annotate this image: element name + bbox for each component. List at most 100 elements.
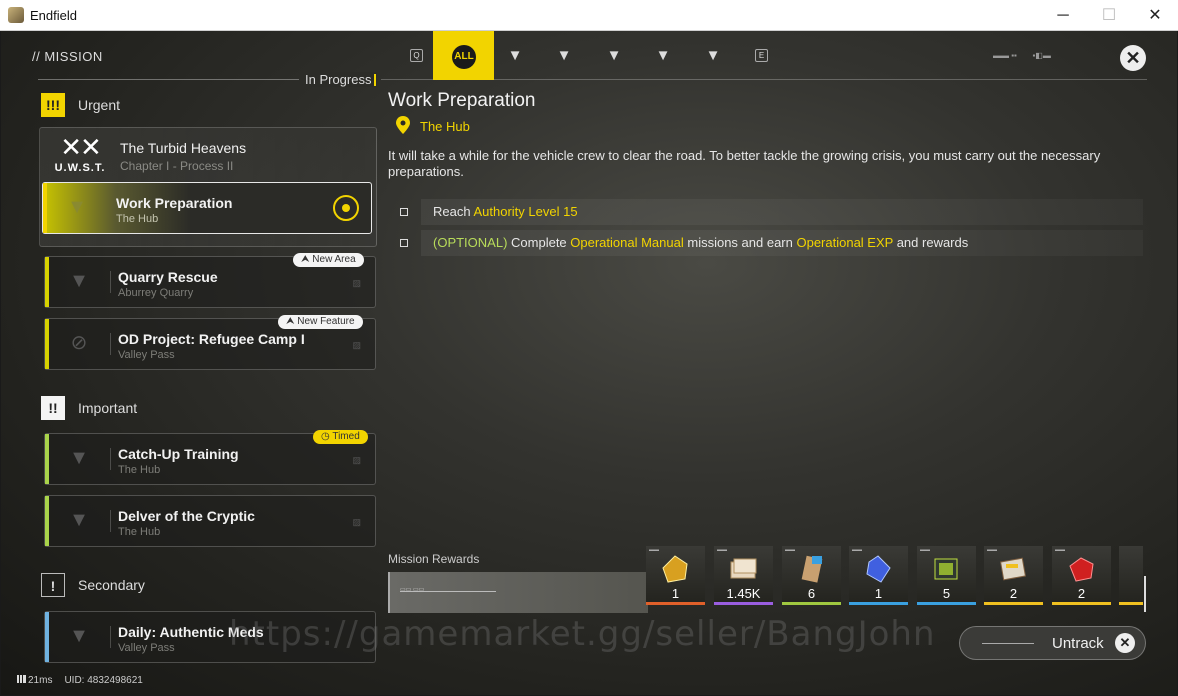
- badge-label: Timed: [332, 431, 360, 442]
- uwst-logo-text: U.W.S.T.: [54, 162, 106, 174]
- manual-icon: [1000, 557, 1026, 581]
- minimize-button[interactable]: ─: [1040, 0, 1086, 31]
- filter-tab-main[interactable]: ▼: [500, 41, 530, 71]
- filter-tab-e[interactable]: E: [755, 49, 768, 62]
- untrack-label: Untrack: [1052, 635, 1104, 652]
- badge-label: New Feature: [297, 316, 355, 327]
- header-decoration: ▬▬ ▪▪ ▪◧▬: [993, 51, 1051, 60]
- filter-tab-urgent[interactable]: ▼: [599, 41, 629, 71]
- timed-badge: ◷ Timed: [313, 430, 368, 444]
- filter-tab-side[interactable]: ▼: [549, 41, 579, 71]
- app-icon: [8, 7, 24, 23]
- quest-accent-bar: [43, 183, 47, 233]
- close-icon: ✕: [1115, 633, 1135, 653]
- filter-tab-q[interactable]: Q: [410, 49, 423, 62]
- quest-work-preparation[interactable]: ▼ Work Preparation The Hub: [42, 182, 372, 234]
- quest-quarry-rescue[interactable]: ▼ Quarry Rescue Aburrey Quarry ▨ ⮝ New A…: [44, 253, 376, 308]
- header-divider: [381, 79, 1147, 80]
- in-progress-label: In Progress: [299, 72, 378, 87]
- uwst-logo: ✕✕ U.W.S.T.: [52, 132, 108, 182]
- quest-deco-icon: ▨: [352, 278, 361, 288]
- filter-tab-event[interactable]: ▼: [698, 41, 728, 71]
- e-icon: E: [758, 51, 765, 60]
- mission-detail-title: Work Preparation: [388, 90, 536, 111]
- quest-accent-bar: [45, 257, 49, 307]
- rewards-scroll-end: [1144, 576, 1146, 612]
- all-icon: ALL: [452, 45, 476, 69]
- quest-od-project[interactable]: ⊘ OD Project: Refugee Camp I Valley Pass…: [44, 315, 376, 370]
- reward-quantity: 2: [1077, 586, 1086, 601]
- reward-item[interactable]: ▬▬ 5: [917, 546, 976, 605]
- objective-operational-manual: (OPTIONAL) Complete Operational Manual m…: [400, 230, 1143, 256]
- reward-item[interactable]: ▬▬ 1: [646, 546, 705, 605]
- quest-catch-up-training[interactable]: ▼ Catch-Up Training The Hub ▨ ◷ Timed: [44, 430, 376, 485]
- window-title: Endfield: [30, 8, 77, 23]
- filter-tab-all[interactable]: ALL: [433, 31, 494, 80]
- chapter-title: The Turbid Heavens: [120, 140, 247, 156]
- untrack-line: [982, 643, 1034, 644]
- in-progress-marker: [374, 74, 376, 86]
- reward-item[interactable]: ▬▬ 1: [849, 546, 908, 605]
- important-mission-icon: ▼: [655, 47, 671, 64]
- gold-crystal-icon: [662, 555, 688, 583]
- new-feature-badge: ⮝ New Feature: [278, 315, 363, 329]
- signal-icon: [17, 675, 26, 683]
- rewards-strip: ▭▭ ▭▭: [388, 572, 648, 613]
- status-bar: 21ms UID: 4832498621: [17, 675, 143, 686]
- close-menu-button[interactable]: ✕: [1120, 45, 1146, 71]
- exp-card-icon: [801, 555, 823, 583]
- side-mission-icon: ▼: [556, 47, 572, 64]
- main-mission-icon: ▼: [507, 47, 523, 64]
- quest-deco-icon: ▨: [352, 340, 361, 350]
- filter-tab-important[interactable]: ▼: [648, 41, 678, 71]
- quest-title: Delver of the Cryptic: [118, 508, 255, 524]
- reward-quantity: 6: [807, 586, 816, 601]
- badge-label: New Area: [312, 254, 356, 265]
- maximize-button[interactable]: ☐: [1086, 0, 1132, 31]
- reward-quantity: 2: [1009, 586, 1018, 601]
- quest-accent-bar: [45, 319, 49, 369]
- clock-icon: ◷: [321, 431, 330, 442]
- quest-location: Valley Pass: [118, 642, 175, 654]
- quest-type-icon: ▼: [67, 196, 87, 218]
- reward-quantity: 1: [671, 586, 680, 601]
- reward-quantity: 5: [942, 586, 951, 601]
- rewards-label: Mission Rewards: [388, 552, 480, 566]
- uwst-emblem-icon: ✕✕: [60, 132, 102, 162]
- window-titlebar: Endfield ─ ☐ ✕: [0, 0, 1178, 31]
- tracked-target-icon: [333, 195, 359, 221]
- objective-text: (OPTIONAL) Complete Operational Manual m…: [433, 235, 969, 250]
- reward-item[interactable]: ▬▬ 1.45K: [714, 546, 773, 605]
- quest-location: The Hub: [116, 213, 159, 225]
- reward-item[interactable]: ▬▬ 2: [1052, 546, 1111, 605]
- secondary-icon: !: [41, 573, 65, 597]
- reward-item[interactable]: ▬▬ 6: [782, 546, 841, 605]
- quest-accent-bar: [45, 496, 49, 546]
- objective-checkbox-icon: [400, 239, 408, 247]
- game-viewport: // MISSION Q ALL ▼ ▼ ▼ ▼ ▼ E ▬▬ ▪▪ ▪◧▬ ✕…: [1, 31, 1177, 695]
- uid-readout: UID: 4832498621: [64, 675, 143, 686]
- quest-divider: [110, 333, 111, 355]
- reward-item-partial[interactable]: [1119, 546, 1143, 605]
- blue-crystal-icon: [866, 555, 891, 583]
- quest-title: OD Project: Refugee Camp I: [118, 331, 305, 347]
- quest-accent-bar: [45, 612, 49, 662]
- section-label: Secondary: [78, 577, 145, 593]
- objective-text: Reach Authority Level 15: [433, 204, 578, 219]
- quest-title: Quarry Rescue: [118, 269, 218, 285]
- reward-item[interactable]: ▬▬ 2: [984, 546, 1043, 605]
- mission-description: It will take a while for the vehicle cre…: [388, 148, 1101, 179]
- quest-location: The Hub: [118, 526, 161, 538]
- mission-location: The Hub: [420, 119, 470, 134]
- close-window-button[interactable]: ✕: [1132, 0, 1178, 31]
- quest-delver-of-the-cryptic[interactable]: ▼ Delver of the Cryptic The Hub ▨: [44, 495, 376, 547]
- rewards-scale-icon: ▭▭ ▭▭: [400, 587, 425, 593]
- untrack-button[interactable]: Untrack ✕: [959, 626, 1146, 660]
- quest-divider: [110, 448, 111, 470]
- quest-type-icon: ▼: [69, 447, 89, 469]
- quest-deco-icon: ▨: [352, 455, 361, 465]
- objective-authority-level: Reach Authority Level 15: [400, 199, 1143, 225]
- section-label: Urgent: [78, 97, 121, 113]
- quest-deco-icon: ▨: [352, 517, 361, 527]
- watermark-text: https://gamemarket.gg/seller/BangJohn: [229, 614, 936, 654]
